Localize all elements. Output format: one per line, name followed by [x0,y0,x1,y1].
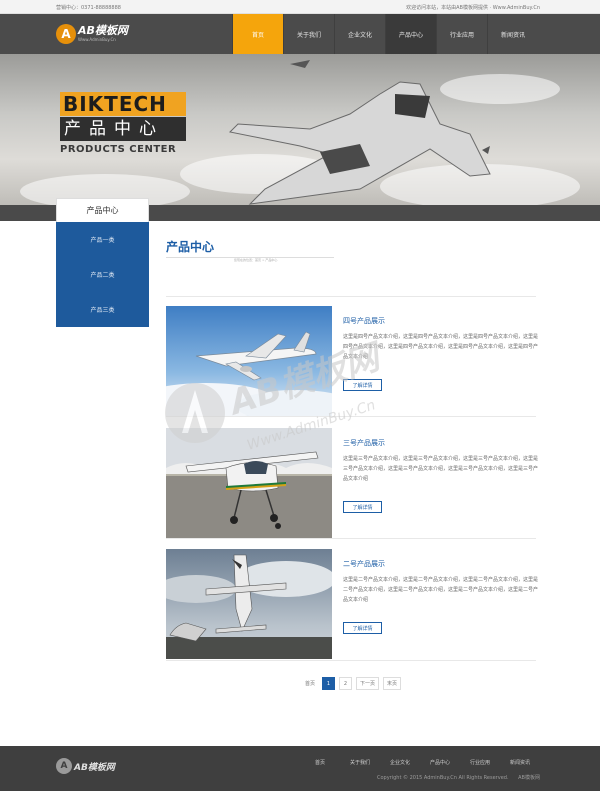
banner-en-title: PRODUCTS CENTER [60,144,177,155]
sidebar-title: 产品中心 [56,198,149,222]
pagination: 首页 1 2 下一页 末页 [302,677,402,690]
page-title: 产品中心 [166,240,215,254]
copyright: Copyright © 2015 AdminBuy.Cn All Rights … [377,774,540,781]
footer-link-news[interactable]: 新闻资讯 [500,759,540,766]
sidebar: 产品中心 产品一类 产品二类 产品三类 [56,198,149,327]
sidebar-item-category-2[interactable]: 产品二类 [56,257,149,292]
footer-link-home[interactable]: 首页 [300,759,340,766]
sidebar-item-category-1[interactable]: 产品一类 [56,222,149,257]
product-description: 这里是二号产品文本介绍，这里是二号产品文本介绍，这里是二号产品文本介绍，这里是二… [343,577,539,603]
nav-item-culture[interactable]: 企业文化 [334,14,385,54]
sidebar-list: 产品一类 产品二类 产品三类 [56,222,149,327]
nav-item-products[interactable]: 产品中心 [385,14,436,54]
footer-link-culture[interactable]: 企业文化 [380,759,420,766]
main-content-header: 产品中心 您现在的位置：首页 > 产品中心 [166,238,536,262]
footer-nav: 首页 关于我们 企业文化 产品中心 行业应用 新闻资讯 [300,759,540,766]
footer-link-industry[interactable]: 行业应用 [460,759,500,766]
airliner-photo-icon[interactable] [166,306,332,416]
product-title[interactable]: 三号产品展示 [343,438,539,448]
footer-logo-name: AB模板网 [74,762,115,773]
footer-link-about[interactable]: 关于我们 [340,759,380,766]
product-detail-button[interactable]: 了解详情 [343,379,382,391]
product-divider [166,660,536,661]
product-item: 三号产品展示 这里是三号产品文本介绍，这里是三号产品文本介绍，这里是三号产品文本… [166,418,539,538]
aerobatic-aircraft-photo-icon[interactable] [166,549,332,659]
hotline-text: 营销中心：0371-88888888 [56,5,121,11]
banner-title-block: BIKTECH 产品中心 PRODUCTS CENTER [60,92,186,155]
banner-brand: BIKTECH [60,92,186,116]
product-item: 四号产品展示 这里是四号产品文本介绍，这里是四号产品文本介绍，这里是四号产品文本… [166,296,539,416]
footer-logo[interactable]: A AB模板网 [56,758,115,774]
footer-link-products[interactable]: 产品中心 [420,759,460,766]
product-description: 这里是四号产品文本介绍，这里是四号产品文本介绍，这里是四号产品文本介绍，这里是四… [343,334,539,360]
main-nav: 首页 关于我们 企业文化 产品中心 行业应用 新闻资讯 [232,14,538,54]
product-detail-button[interactable]: 了解详情 [343,501,382,513]
pager-page-1[interactable]: 1 [322,677,336,690]
logo-mark-icon: A [56,24,76,44]
pager-page-2[interactable]: 2 [339,677,353,690]
nav-item-news[interactable]: 新闻资讯 [487,14,538,54]
banner: BIKTECH 产品中心 PRODUCTS CENTER [0,54,600,205]
product-title[interactable]: 二号产品展示 [343,559,539,569]
footer-logo-mark-icon: A [56,758,72,774]
welcome-text: 欢迎访问本站，本站由AB模板网提供 · Www.AdminBuy.Cn [406,5,540,11]
footer-credit[interactable]: AB模板网 [518,775,540,781]
product-description: 这里是三号产品文本介绍，这里是三号产品文本介绍，这里是三号产品文本介绍，这里是三… [343,456,539,482]
pager-last[interactable]: 末页 [383,677,402,690]
nav-item-about[interactable]: 关于我们 [283,14,334,54]
site-footer: A AB模板网 首页 关于我们 企业文化 产品中心 行业应用 新闻资讯 Copy… [0,746,600,791]
sidebar-item-category-3[interactable]: 产品三类 [56,292,149,327]
product-detail-button[interactable]: 了解详情 [343,622,382,634]
light-aircraft-photo-icon[interactable] [166,428,332,538]
logo-name: AB模板网 [78,24,128,37]
product-item: 二号产品展示 这里是二号产品文本介绍，这里是二号产品文本介绍，这里是二号产品文本… [166,539,539,659]
pager-first[interactable]: 首页 [302,677,318,690]
pager-next[interactable]: 下一页 [356,677,380,690]
breadcrumb: 您现在的位置：首页 > 产品中心 [234,258,278,262]
site-logo[interactable]: A AB模板网 Www.AdminBuy.Cn [56,23,128,45]
top-strip: 营销中心：0371-88888888 欢迎访问本站，本站由AB模板网提供 · W… [0,0,600,14]
site-header: A AB模板网 Www.AdminBuy.Cn 首页 关于我们 企业文化 产品中… [0,14,600,54]
product-divider [166,416,536,417]
product-title[interactable]: 四号产品展示 [343,316,539,326]
banner-cn-title: 产品中心 [60,117,186,141]
copyright-text: Copyright © 2015 AdminBuy.Cn All Rights … [376,775,509,781]
nav-item-home[interactable]: 首页 [232,14,283,54]
logo-subtitle: Www.AdminBuy.Cn [78,37,116,42]
nav-item-industry[interactable]: 行业应用 [436,14,487,54]
